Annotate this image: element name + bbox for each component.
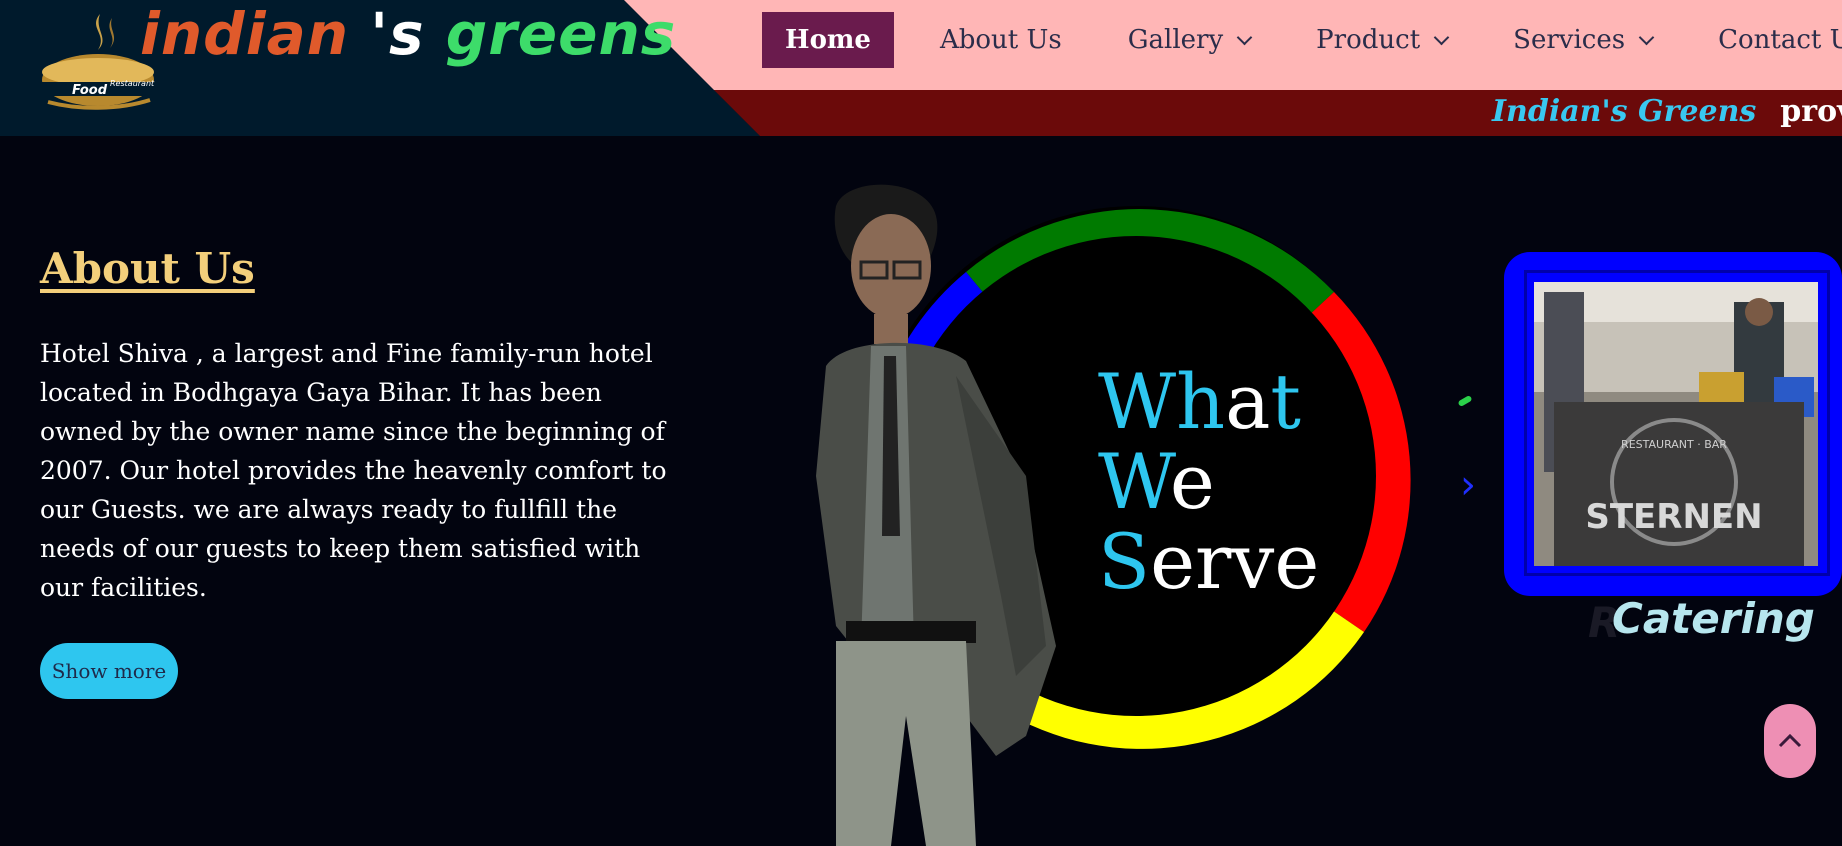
heading-part: Wh — [1098, 357, 1226, 446]
nav-services[interactable]: Services — [1513, 12, 1655, 68]
heading-line-serve: Serve — [1098, 522, 1319, 602]
catering-photo[interactable]: RESTAURANT · BAR STERNEN — [1534, 282, 1818, 566]
brand-part-indian: indian — [140, 0, 349, 68]
chevron-up-icon — [1778, 733, 1802, 748]
what-we-serve-heading: What We Serve — [1098, 362, 1319, 602]
nav-about-us-label: About Us — [939, 25, 1062, 55]
about-paragraph: Hotel Shiva , a largest and Fine family-… — [40, 339, 667, 602]
brand-name[interactable]: indian 's greens — [140, 0, 676, 68]
photo-sign-small: RESTAURANT · BAR — [1621, 438, 1727, 451]
heading-part: t — [1270, 357, 1301, 446]
logo-text-food: Food — [72, 83, 108, 98]
carousel-caption: Catering — [1612, 594, 1815, 643]
scroll-to-top-button[interactable] — [1764, 704, 1816, 778]
chevron-down-icon — [1433, 29, 1450, 45]
show-more-button[interactable]: Show more — [40, 643, 178, 699]
nav-gallery-label: Gallery — [1127, 25, 1224, 55]
nav-services-label: Services — [1513, 25, 1626, 55]
marquee-text-rest: provides — [1780, 94, 1842, 129]
marquee-brand: Indian's Greens — [1492, 94, 1757, 129]
chevron-down-icon — [1236, 29, 1253, 45]
nav-about-us[interactable]: About Us — [940, 12, 1062, 68]
marquee: Indian's Greens provides — [1492, 94, 1842, 129]
photo-sign: STERNEN — [1585, 497, 1762, 537]
heading-part: S — [1098, 517, 1151, 606]
nav-home[interactable]: Home — [762, 12, 894, 68]
nav-contact-us-label: Contact Us — [1718, 25, 1842, 55]
nav-gallery[interactable]: Gallery — [1127, 12, 1253, 68]
slider-dot — [1457, 394, 1473, 408]
nav-product[interactable]: Product — [1316, 12, 1450, 68]
site-header: Food Restaurant indian 's greens Home Ab… — [0, 0, 1842, 136]
main-nav: Home About Us Gallery Product Services C… — [762, 12, 1842, 68]
chevron-right-icon[interactable]: › — [1460, 462, 1476, 508]
brand-part-greens: greens — [445, 0, 677, 68]
heading-part: W — [1098, 437, 1170, 526]
heading-line-what: What — [1098, 362, 1319, 442]
heading-part: e — [1169, 437, 1215, 526]
nav-contact-us[interactable]: Contact Us — [1718, 12, 1842, 68]
brand-part-apostrophe: 's — [370, 0, 425, 68]
heading-part: erv — [1150, 517, 1275, 606]
nav-product-label: Product — [1316, 25, 1421, 55]
heading-part: e — [1274, 517, 1320, 606]
heading-line-we: We — [1098, 442, 1319, 522]
nav-home-label: Home — [785, 25, 871, 55]
person-image — [816, 184, 1056, 846]
heading-part: a — [1225, 357, 1271, 446]
chevron-down-icon — [1638, 29, 1655, 45]
logo-text-restaurant: Restaurant — [110, 79, 155, 88]
about-title: About Us — [40, 244, 255, 293]
